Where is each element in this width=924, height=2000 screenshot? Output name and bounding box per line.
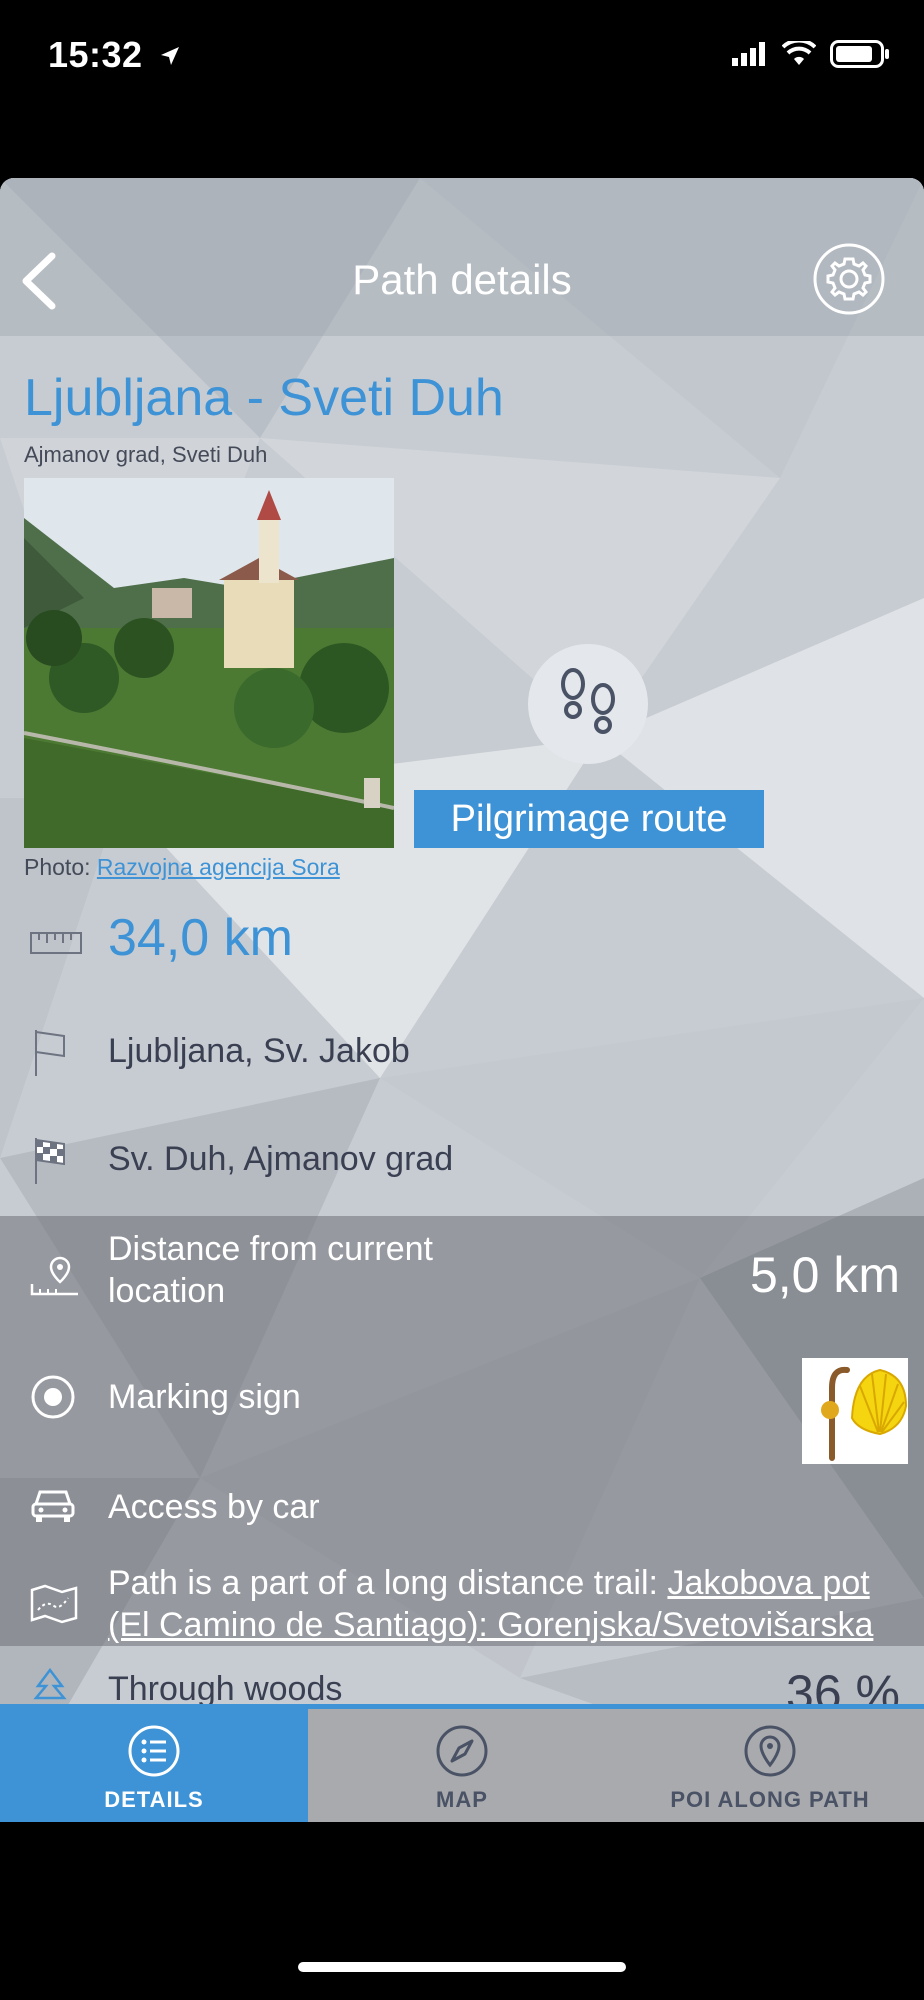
long-distance-trail-text: Path is a part of a long distance trail:… [108, 1562, 924, 1646]
access-by-car-label: Access by car [108, 1488, 320, 1526]
car-icon [30, 1486, 76, 1531]
marking-sign-row: Marking sign [0, 1366, 924, 1436]
tab-map-label: MAP [436, 1787, 488, 1812]
tab-poi-along-path[interactable]: POI ALONG PATH [616, 1709, 924, 1822]
distance-label-line-1: Distance from current [108, 1230, 433, 1268]
battery-icon [830, 40, 890, 73]
map-pin-ruler-icon [30, 1254, 80, 1303]
clock-text: 15:32 [48, 34, 143, 75]
trail-map-icon [30, 1584, 78, 1629]
wifi-icon [781, 38, 817, 72]
through-woods-row: Through woods 36 % [0, 1646, 924, 1706]
settings-button[interactable] [812, 242, 886, 316]
through-woods-value: 36 % [786, 1665, 900, 1706]
header-bar: Path details [0, 178, 924, 336]
compass-icon [436, 1725, 488, 1777]
access-by-car-row: Access by car [0, 1476, 924, 1546]
church-landscape-image [24, 478, 394, 848]
radio-target-icon [30, 1374, 76, 1425]
distance-from-location-row: Distance from current location 5,0 km [0, 1228, 924, 1318]
finish-location: Sv. Duh, Ajmanov grad [108, 1140, 454, 1178]
photo-credit: Photo: Razvojna agencija Sora [24, 854, 340, 881]
photo-credit-link[interactable]: Razvojna agencija Sora [97, 854, 340, 880]
distance-value: 34,0 km [108, 909, 293, 967]
ruler-icon [30, 932, 82, 959]
location-arrow-icon [159, 34, 181, 76]
trail-prefix: Path is a part of a long distance trail: [108, 1564, 668, 1602]
tab-poi-label: POI ALONG PATH [670, 1787, 870, 1812]
through-woods-label: Through woods [108, 1670, 343, 1706]
start-row: Ljubljana, Sv. Jakob [0, 1026, 924, 1086]
info-panel: Distance from current location 5,0 km Ma… [0, 1216, 924, 1646]
finish-row: Sv. Duh, Ajmanov grad [0, 1134, 924, 1194]
trail-link-continued[interactable]: (El Camino de Santiago): Gorenjska/Sveto… [108, 1606, 873, 1644]
status-time: 15:32 [48, 34, 181, 76]
checkered-flag-icon [30, 1136, 70, 1191]
trail-link[interactable]: Jakobova pot [667, 1564, 869, 1602]
tab-bar: DETAILS MAP POI ALONG PATH [0, 1704, 924, 1822]
list-icon [128, 1725, 180, 1777]
long-distance-trail-row: Path is a part of a long distance trail:… [0, 1562, 924, 1646]
tab-details[interactable]: DETAILS [0, 1709, 308, 1822]
distance-from-location-value: 5,0 km [749, 1247, 900, 1303]
status-bar: 15:32 [0, 0, 924, 120]
path-title: Ljubljana - Sveti Duh [24, 369, 504, 427]
distance-row: 34,0 km [0, 908, 924, 978]
flag-icon [30, 1028, 70, 1083]
scallop-shell-sign-image [802, 1358, 908, 1464]
path-subtitle: Ajmanov grad, Sveti Duh [24, 442, 268, 467]
distance-label-line-2: location [108, 1272, 226, 1310]
page-title: Path details [352, 256, 572, 303]
status-icons [732, 38, 890, 73]
app-screen: Path details Ljubljana - Sveti Duh Ajman… [0, 178, 924, 1822]
tree-icon [30, 1667, 70, 1706]
photo-credit-label: Photo: [24, 854, 97, 880]
map-pin-icon [744, 1725, 796, 1777]
footprints-icon [528, 644, 648, 764]
marking-sign-label: Marking sign [108, 1378, 301, 1416]
home-indicator[interactable] [298, 1962, 626, 1972]
tab-details-label: DETAILS [104, 1787, 204, 1812]
distance-from-location-label: Distance from current location [108, 1228, 433, 1312]
tab-map[interactable]: MAP [308, 1709, 616, 1822]
path-photo[interactable] [24, 478, 394, 848]
cellular-signal-icon [732, 42, 768, 71]
route-type-badge: Pilgrimage route [414, 790, 764, 848]
start-location: Ljubljana, Sv. Jakob [108, 1032, 410, 1070]
gear-icon [813, 243, 885, 315]
